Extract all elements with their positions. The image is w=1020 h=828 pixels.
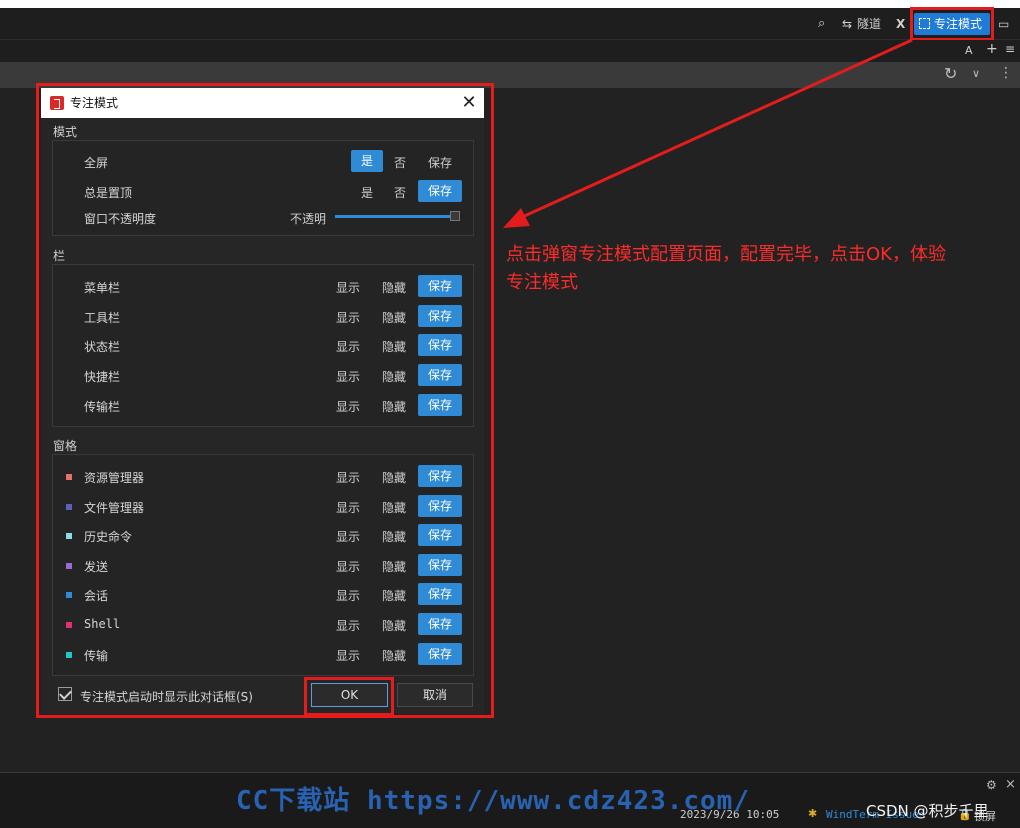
annotation-line-2: 专注模式 <box>506 272 578 293</box>
annotation-text: 点击弹窗专注模式配置页面，配置完毕，点击OK，体验 专注模式 <box>506 241 1016 297</box>
watermark: CC下载站 https://www.cdz423.com/ <box>236 786 750 816</box>
csdn-watermark: CSDN @积步千里 <box>866 802 989 820</box>
annotation-arrow <box>503 38 913 228</box>
annotation-line-1: 点击弹窗专注模式配置页面，配置完毕，点击OK，体验 <box>506 244 946 265</box>
